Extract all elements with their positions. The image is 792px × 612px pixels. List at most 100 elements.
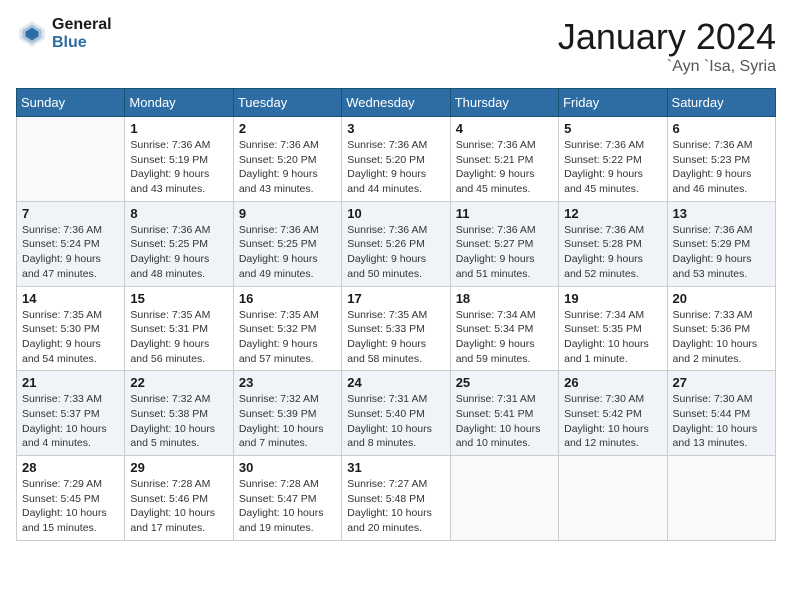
calendar-day-cell: 12 Sunrise: 7:36 AM Sunset: 5:28 PM Dayli… [559, 201, 667, 286]
calendar-day-cell: 19 Sunrise: 7:34 AM Sunset: 5:35 PM Dayli… [559, 286, 667, 371]
weekday-header: Wednesday [342, 89, 450, 117]
weekday-header: Tuesday [233, 89, 341, 117]
calendar-day-cell: 13 Sunrise: 7:36 AM Sunset: 5:29 PM Dayli… [667, 201, 775, 286]
calendar-day-cell: 31 Sunrise: 7:27 AM Sunset: 5:48 PM Dayli… [342, 456, 450, 541]
day-info: Sunrise: 7:31 AM Sunset: 5:41 PM Dayligh… [456, 392, 553, 451]
day-number: 3 [347, 121, 444, 136]
day-number: 31 [347, 460, 444, 475]
month-title: January 2024 [558, 16, 776, 58]
day-info: Sunrise: 7:36 AM Sunset: 5:23 PM Dayligh… [673, 138, 770, 197]
day-number: 15 [130, 291, 227, 306]
calendar-week-row: 7 Sunrise: 7:36 AM Sunset: 5:24 PM Daylig… [17, 201, 776, 286]
day-number: 17 [347, 291, 444, 306]
day-number: 11 [456, 206, 553, 221]
day-info: Sunrise: 7:36 AM Sunset: 5:20 PM Dayligh… [347, 138, 444, 197]
day-number: 13 [673, 206, 770, 221]
day-number: 16 [239, 291, 336, 306]
day-info: Sunrise: 7:33 AM Sunset: 5:36 PM Dayligh… [673, 308, 770, 367]
day-number: 21 [22, 375, 119, 390]
day-info: Sunrise: 7:36 AM Sunset: 5:29 PM Dayligh… [673, 223, 770, 282]
location: `Ayn `Isa, Syria [558, 58, 776, 76]
day-number: 5 [564, 121, 661, 136]
day-number: 19 [564, 291, 661, 306]
day-number: 10 [347, 206, 444, 221]
calendar-day-cell: 11Sunrise: 7:36 AM Sunset: 5:27 PM Dayli… [450, 201, 558, 286]
day-info: Sunrise: 7:36 AM Sunset: 5:28 PM Dayligh… [564, 223, 661, 282]
day-info: Sunrise: 7:32 AM Sunset: 5:39 PM Dayligh… [239, 392, 336, 451]
day-number: 29 [130, 460, 227, 475]
day-info: Sunrise: 7:36 AM Sunset: 5:25 PM Dayligh… [239, 223, 336, 282]
calendar-day-cell: 15 Sunrise: 7:35 AM Sunset: 5:31 PM Dayli… [125, 286, 233, 371]
day-number: 2 [239, 121, 336, 136]
day-number: 22 [130, 375, 227, 390]
calendar-day-cell: 26 Sunrise: 7:30 AM Sunset: 5:42 PM Dayli… [559, 371, 667, 456]
calendar-day-cell [559, 456, 667, 541]
day-number: 9 [239, 206, 336, 221]
logo-icon [16, 18, 48, 50]
day-number: 12 [564, 206, 661, 221]
day-info: Sunrise: 7:36 AM Sunset: 5:26 PM Dayligh… [347, 223, 444, 282]
calendar-day-cell: 25 Sunrise: 7:31 AM Sunset: 5:41 PM Dayli… [450, 371, 558, 456]
weekday-header: Saturday [667, 89, 775, 117]
calendar-week-row: 28 Sunrise: 7:29 AM Sunset: 5:45 PM Dayli… [17, 456, 776, 541]
calendar-day-cell: 28 Sunrise: 7:29 AM Sunset: 5:45 PM Dayli… [17, 456, 125, 541]
calendar-day-cell: 30Sunrise: 7:28 AM Sunset: 5:47 PM Dayli… [233, 456, 341, 541]
calendar-day-cell: 24Sunrise: 7:31 AM Sunset: 5:40 PM Dayli… [342, 371, 450, 456]
weekday-header: Monday [125, 89, 233, 117]
day-info: Sunrise: 7:28 AM Sunset: 5:46 PM Dayligh… [130, 477, 227, 536]
calendar-day-cell: 6 Sunrise: 7:36 AM Sunset: 5:23 PM Daylig… [667, 117, 775, 202]
day-info: Sunrise: 7:29 AM Sunset: 5:45 PM Dayligh… [22, 477, 119, 536]
calendar-table: SundayMondayTuesdayWednesdayThursdayFrid… [16, 88, 776, 541]
day-info: Sunrise: 7:33 AM Sunset: 5:37 PM Dayligh… [22, 392, 119, 451]
calendar-day-cell: 21 Sunrise: 7:33 AM Sunset: 5:37 PM Dayli… [17, 371, 125, 456]
day-number: 26 [564, 375, 661, 390]
calendar-day-cell: 16 Sunrise: 7:35 AM Sunset: 5:32 PM Dayli… [233, 286, 341, 371]
calendar-week-row: 21 Sunrise: 7:33 AM Sunset: 5:37 PM Dayli… [17, 371, 776, 456]
day-info: Sunrise: 7:27 AM Sunset: 5:48 PM Dayligh… [347, 477, 444, 536]
day-number: 6 [673, 121, 770, 136]
day-info: Sunrise: 7:32 AM Sunset: 5:38 PM Dayligh… [130, 392, 227, 451]
calendar-day-cell: 17 Sunrise: 7:35 AM Sunset: 5:33 PM Dayli… [342, 286, 450, 371]
day-number: 7 [22, 206, 119, 221]
weekday-header-row: SundayMondayTuesdayWednesdayThursdayFrid… [17, 89, 776, 117]
calendar-day-cell: 3 Sunrise: 7:36 AM Sunset: 5:20 PM Daylig… [342, 117, 450, 202]
calendar-day-cell: 9 Sunrise: 7:36 AM Sunset: 5:25 PM Daylig… [233, 201, 341, 286]
day-number: 8 [130, 206, 227, 221]
day-number: 27 [673, 375, 770, 390]
day-info: Sunrise: 7:35 AM Sunset: 5:32 PM Dayligh… [239, 308, 336, 367]
calendar-day-cell: 4 Sunrise: 7:36 AM Sunset: 5:21 PM Daylig… [450, 117, 558, 202]
day-info: Sunrise: 7:36 AM Sunset: 5:24 PM Dayligh… [22, 223, 119, 282]
calendar-day-cell [450, 456, 558, 541]
day-info: Sunrise: 7:30 AM Sunset: 5:42 PM Dayligh… [564, 392, 661, 451]
day-number: 25 [456, 375, 553, 390]
day-number: 18 [456, 291, 553, 306]
day-number: 14 [22, 291, 119, 306]
day-number: 23 [239, 375, 336, 390]
day-number: 4 [456, 121, 553, 136]
weekday-header: Thursday [450, 89, 558, 117]
calendar-day-cell: 23 Sunrise: 7:32 AM Sunset: 5:39 PM Dayli… [233, 371, 341, 456]
calendar-day-cell: 20 Sunrise: 7:33 AM Sunset: 5:36 PM Dayli… [667, 286, 775, 371]
day-info: Sunrise: 7:34 AM Sunset: 5:34 PM Dayligh… [456, 308, 553, 367]
day-info: Sunrise: 7:36 AM Sunset: 5:22 PM Dayligh… [564, 138, 661, 197]
day-number: 28 [22, 460, 119, 475]
day-info: Sunrise: 7:35 AM Sunset: 5:31 PM Dayligh… [130, 308, 227, 367]
calendar-day-cell: 29 Sunrise: 7:28 AM Sunset: 5:46 PM Dayli… [125, 456, 233, 541]
calendar-day-cell: 10 Sunrise: 7:36 AM Sunset: 5:26 PM Dayli… [342, 201, 450, 286]
day-number: 20 [673, 291, 770, 306]
weekday-header: Friday [559, 89, 667, 117]
day-info: Sunrise: 7:36 AM Sunset: 5:21 PM Dayligh… [456, 138, 553, 197]
day-info: Sunrise: 7:28 AM Sunset: 5:47 PM Dayligh… [239, 477, 336, 536]
day-info: Sunrise: 7:34 AM Sunset: 5:35 PM Dayligh… [564, 308, 661, 367]
calendar-day-cell: 27Sunrise: 7:30 AM Sunset: 5:44 PM Dayli… [667, 371, 775, 456]
title-block: January 2024 `Ayn `Isa, Syria [558, 16, 776, 76]
day-info: Sunrise: 7:35 AM Sunset: 5:33 PM Dayligh… [347, 308, 444, 367]
day-info: Sunrise: 7:31 AM Sunset: 5:40 PM Dayligh… [347, 392, 444, 451]
calendar-day-cell: 8Sunrise: 7:36 AM Sunset: 5:25 PM Daylig… [125, 201, 233, 286]
calendar-day-cell: 2Sunrise: 7:36 AM Sunset: 5:20 PM Daylig… [233, 117, 341, 202]
calendar-day-cell: 1Sunrise: 7:36 AM Sunset: 5:19 PM Daylig… [125, 117, 233, 202]
calendar-day-cell [17, 117, 125, 202]
page-header: General Blue January 2024 `Ayn `Isa, Syr… [16, 16, 776, 76]
calendar-day-cell: 22 Sunrise: 7:32 AM Sunset: 5:38 PM Dayli… [125, 371, 233, 456]
calendar-day-cell [667, 456, 775, 541]
